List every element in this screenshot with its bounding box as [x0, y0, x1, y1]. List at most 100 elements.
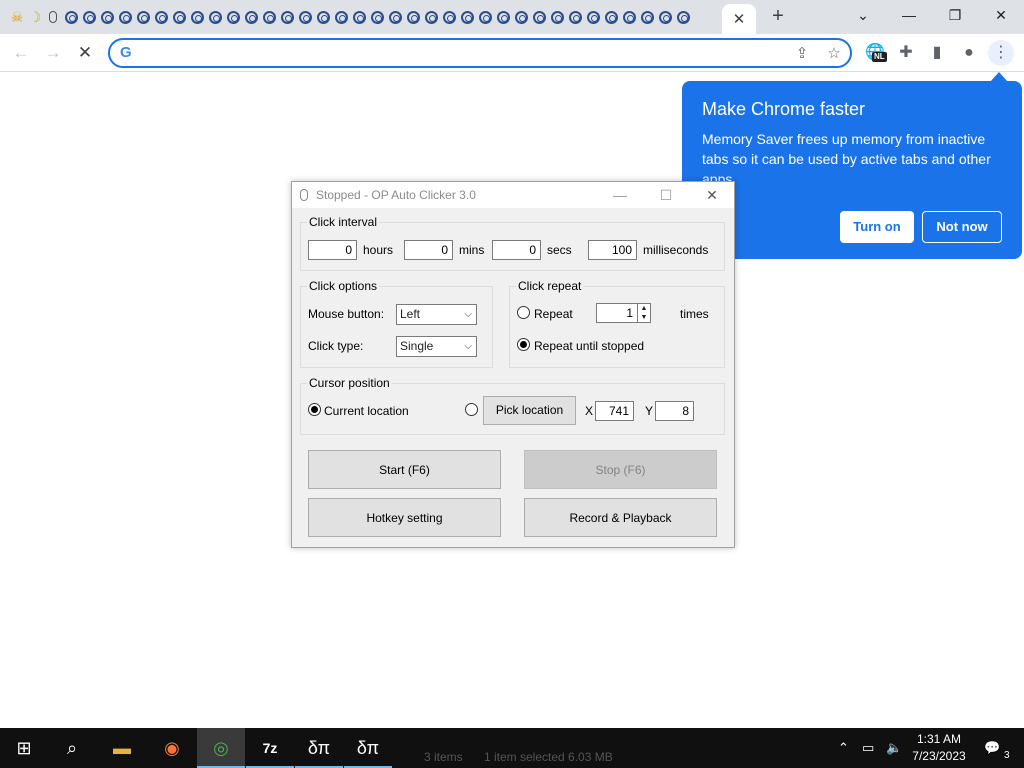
- mouse-tab-icon[interactable]: [44, 8, 62, 26]
- menu-kebab-icon[interactable]: ⋮: [988, 40, 1014, 66]
- turn-on-button[interactable]: Turn on: [840, 211, 914, 243]
- secs-input[interactable]: [492, 240, 541, 260]
- close-tab-icon[interactable]: ✕: [733, 10, 746, 28]
- mouse-button-select[interactable]: Left ⌵: [396, 304, 477, 325]
- search-icon[interactable]: ⌕: [48, 728, 96, 768]
- spiral-tab-icon[interactable]: [620, 8, 638, 26]
- share-icon[interactable]: ⇪: [792, 44, 812, 64]
- restore-button[interactable]: ❐: [932, 0, 978, 30]
- windows-start-icon[interactable]: ⊞: [0, 728, 48, 768]
- google-icon: G: [120, 44, 132, 61]
- spiral-tab-icon[interactable]: [656, 8, 674, 26]
- address-input[interactable]: [144, 43, 784, 63]
- repeat-until-stopped-radio[interactable]: [517, 338, 530, 351]
- window-titlebar[interactable]: Stopped - OP Auto Clicker 3.0 — ☐ ✕: [292, 182, 734, 208]
- spiral-tab-icon[interactable]: [476, 8, 494, 26]
- stop-button[interactable]: Stop (F6): [524, 450, 717, 489]
- spiral-tab-icon[interactable]: [296, 8, 314, 26]
- spiral-tab-icon[interactable]: [458, 8, 476, 26]
- spiral-tab-icon[interactable]: [116, 8, 134, 26]
- back-arrow-icon[interactable]: ←: [8, 40, 34, 66]
- bookmark-star-icon[interactable]: ☆: [824, 44, 844, 64]
- spiral-tab-icon[interactable]: [530, 8, 548, 26]
- new-tab-button[interactable]: +: [766, 5, 790, 29]
- chrome-icon[interactable]: ◎: [197, 728, 245, 768]
- extensions-puzzle-icon[interactable]: ✚: [893, 40, 919, 66]
- mins-input[interactable]: [404, 240, 453, 260]
- spiral-tab-icon[interactable]: [332, 8, 350, 26]
- notifications-icon[interactable]: 💬: [984, 728, 1000, 768]
- spiral-tab-icon[interactable]: [368, 8, 386, 26]
- spiral-tab-icon[interactable]: [314, 8, 332, 26]
- spiral-tab-icon[interactable]: [674, 8, 692, 26]
- spiral-tab-icon[interactable]: [638, 8, 656, 26]
- hotkey-setting-button[interactable]: Hotkey setting: [308, 498, 501, 537]
- repeat-radio[interactable]: [517, 306, 530, 319]
- spiral-tab-icon[interactable]: [602, 8, 620, 26]
- spiral-tab-icon[interactable]: [512, 8, 530, 26]
- times-spinner[interactable]: ▲ ▼: [637, 303, 651, 323]
- spiral-tab-icon[interactable]: [188, 8, 206, 26]
- maximize-button[interactable]: ☐: [644, 184, 688, 206]
- spiral-tab-icon[interactable]: [152, 8, 170, 26]
- x-input[interactable]: [595, 401, 634, 421]
- record-playback-button[interactable]: Record & Playback: [524, 498, 717, 537]
- click-interval-group: Click interval hours mins secs milliseco…: [300, 215, 725, 271]
- spiral-tab-icon[interactable]: [98, 8, 116, 26]
- clock[interactable]: 1:31 AM 7/23/2023: [908, 731, 970, 765]
- banana-tab-icon[interactable]: ☽: [26, 8, 44, 26]
- app-icon[interactable]: δπ: [295, 728, 343, 768]
- spiral-tab-icon[interactable]: [548, 8, 566, 26]
- spiral-tab-icon[interactable]: [404, 8, 422, 26]
- current-location-radio[interactable]: [308, 403, 321, 416]
- side-panel-icon[interactable]: ▮: [924, 40, 950, 66]
- skull-tab-icon[interactable]: ☠: [8, 8, 26, 26]
- spiral-tab-icon[interactable]: [422, 8, 440, 26]
- stop-loading-icon[interactable]: ✕: [72, 40, 98, 66]
- spiral-tab-icon[interactable]: [170, 8, 188, 26]
- active-tab[interactable]: ✕: [722, 4, 756, 34]
- spiral-tab-icon[interactable]: [206, 8, 224, 26]
- spiral-tab-icon[interactable]: [80, 8, 98, 26]
- spiral-tab-icon[interactable]: [584, 8, 602, 26]
- op-auto-clicker-window: Stopped - OP Auto Clicker 3.0 — ☐ ✕ Clic…: [291, 181, 735, 548]
- 7zip-icon[interactable]: 7z: [246, 728, 294, 768]
- spiral-tab-icon[interactable]: [62, 8, 80, 26]
- chevron-up-icon[interactable]: ⌃: [838, 728, 849, 768]
- spiral-tab-icon[interactable]: [440, 8, 458, 26]
- spiral-tab-icon[interactable]: [224, 8, 242, 26]
- spiral-tab-icon[interactable]: [134, 8, 152, 26]
- close-window-button[interactable]: ✕: [978, 0, 1024, 30]
- profile-avatar-icon[interactable]: ●: [956, 40, 982, 66]
- spiral-tab-icon[interactable]: [494, 8, 512, 26]
- volume-muted-icon[interactable]: 🔈: [886, 728, 902, 768]
- close-button[interactable]: ✕: [690, 184, 734, 206]
- spiral-tab-icon[interactable]: [350, 8, 368, 26]
- network-icon[interactable]: ▭: [862, 728, 874, 768]
- hours-input[interactable]: [308, 240, 357, 260]
- forward-arrow-icon[interactable]: →: [40, 40, 66, 66]
- minimize-button[interactable]: —: [886, 0, 932, 30]
- firefox-icon[interactable]: ◉: [148, 728, 196, 768]
- repeat-times-input[interactable]: [596, 303, 638, 323]
- spiral-tab-icon[interactable]: [242, 8, 260, 26]
- minimize-button[interactable]: —: [598, 184, 642, 206]
- app-icon[interactable]: δπ: [344, 728, 392, 768]
- spiral-tab-icon[interactable]: [278, 8, 296, 26]
- spiral-tab-icon[interactable]: [260, 8, 278, 26]
- milliseconds-input[interactable]: [588, 240, 637, 260]
- start-button[interactable]: Start (F6): [308, 450, 501, 489]
- pick-location-radio[interactable]: [465, 403, 478, 416]
- y-label: Y: [645, 404, 654, 418]
- y-input[interactable]: [655, 401, 694, 421]
- file-explorer-icon[interactable]: ▬: [98, 728, 146, 768]
- pick-location-button[interactable]: Pick location: [483, 396, 576, 425]
- address-bar[interactable]: G ⇪ ☆: [108, 38, 852, 68]
- click-options-label: Click options: [307, 279, 380, 293]
- spiral-tab-icon[interactable]: [386, 8, 404, 26]
- click-type-select[interactable]: Single ⌵: [396, 336, 477, 357]
- tab-search-chevron-icon[interactable]: ⌄: [840, 0, 886, 30]
- not-now-button[interactable]: Not now: [922, 211, 1002, 243]
- spiral-tab-icon[interactable]: [566, 8, 584, 26]
- secs-label: secs: [547, 243, 572, 257]
